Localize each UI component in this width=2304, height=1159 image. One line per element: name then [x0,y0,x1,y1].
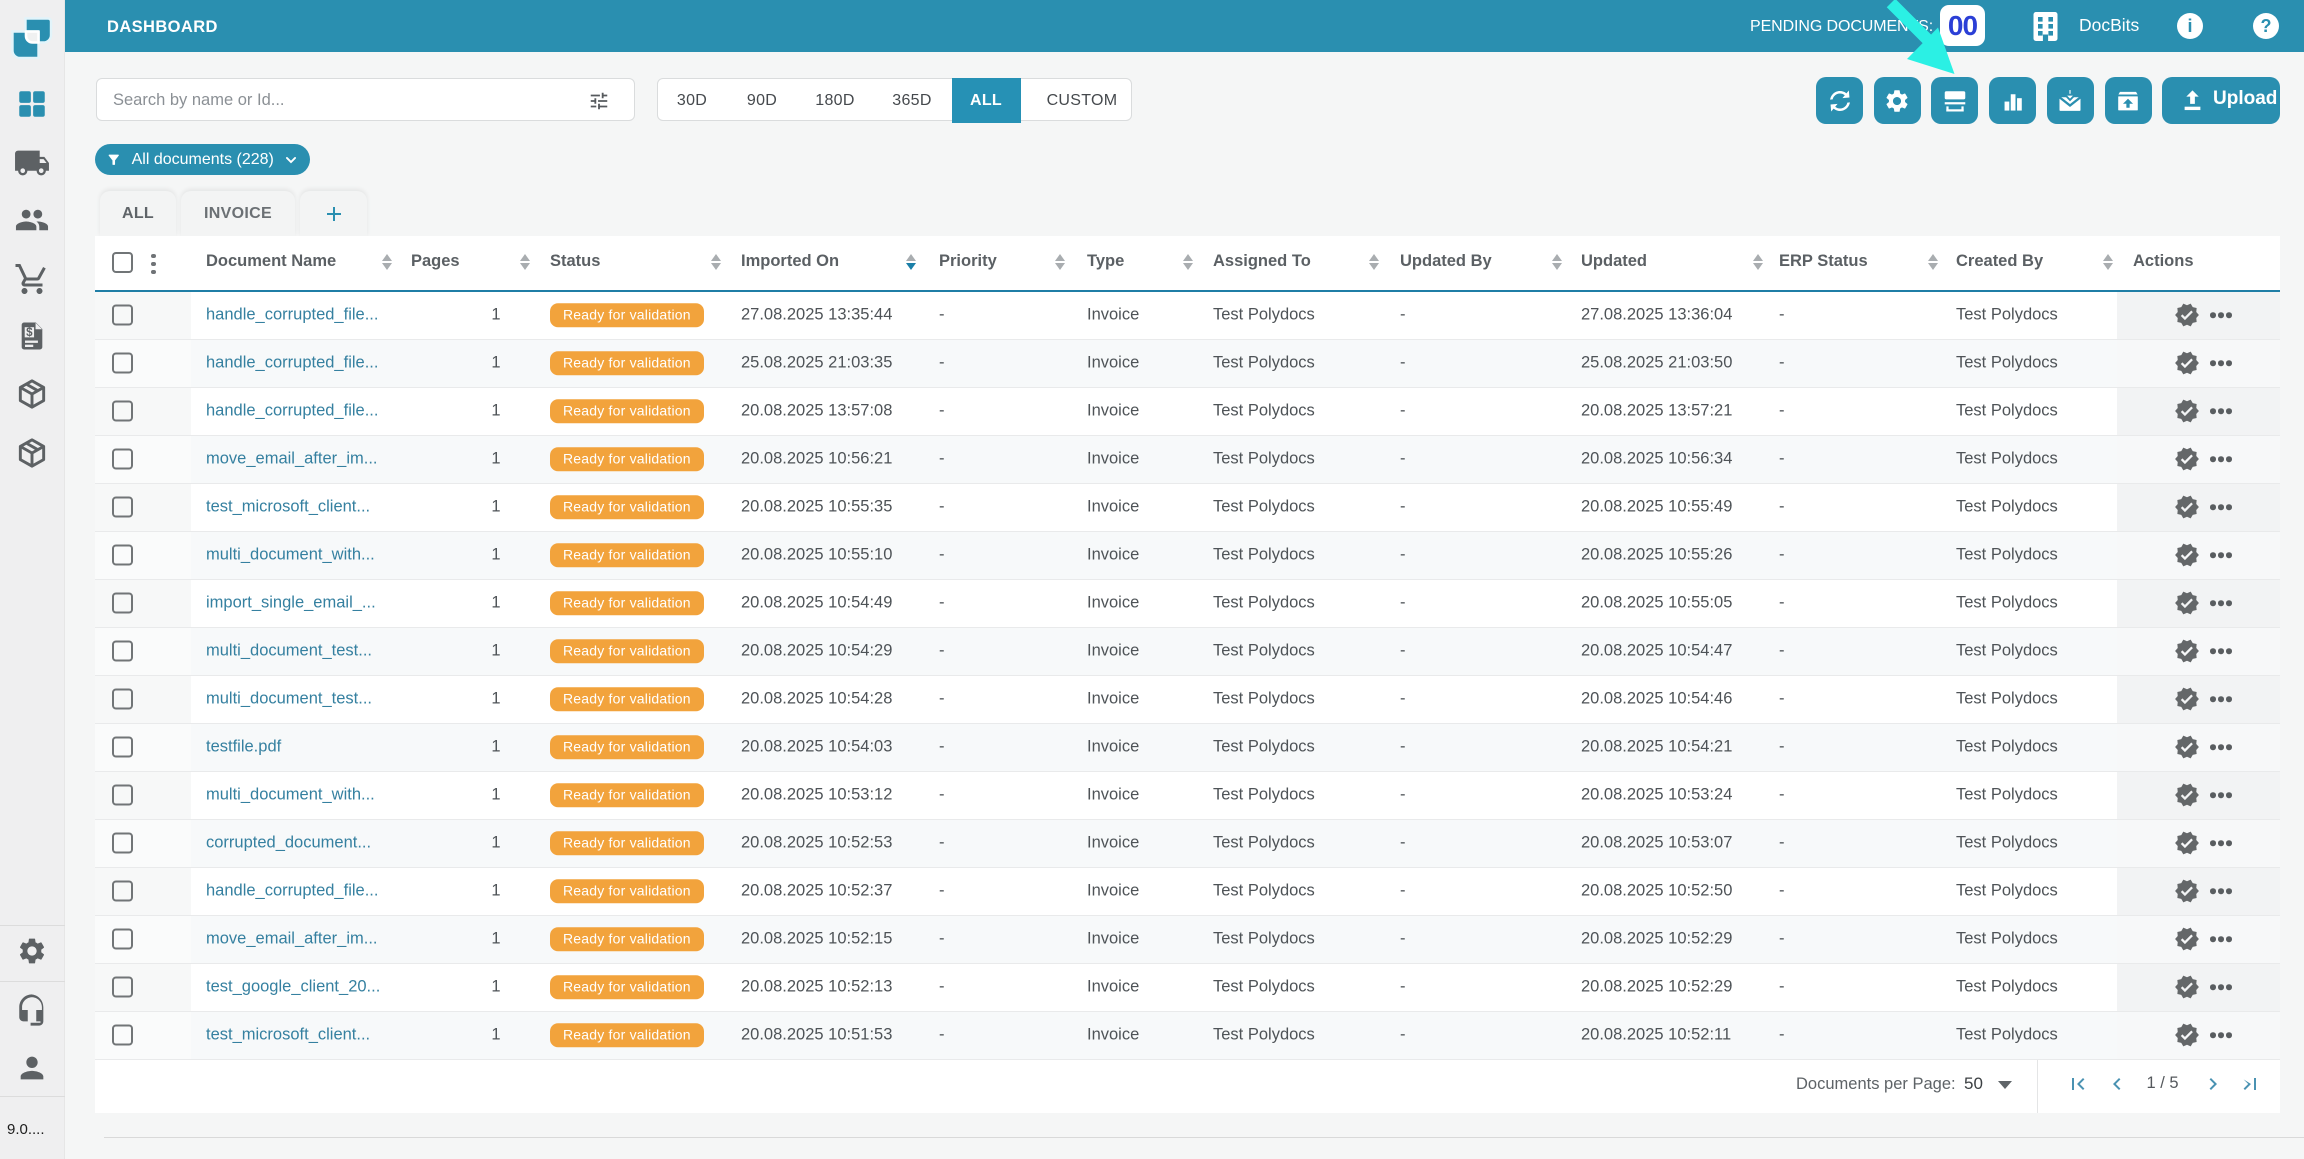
svg-text:$: $ [26,327,33,339]
